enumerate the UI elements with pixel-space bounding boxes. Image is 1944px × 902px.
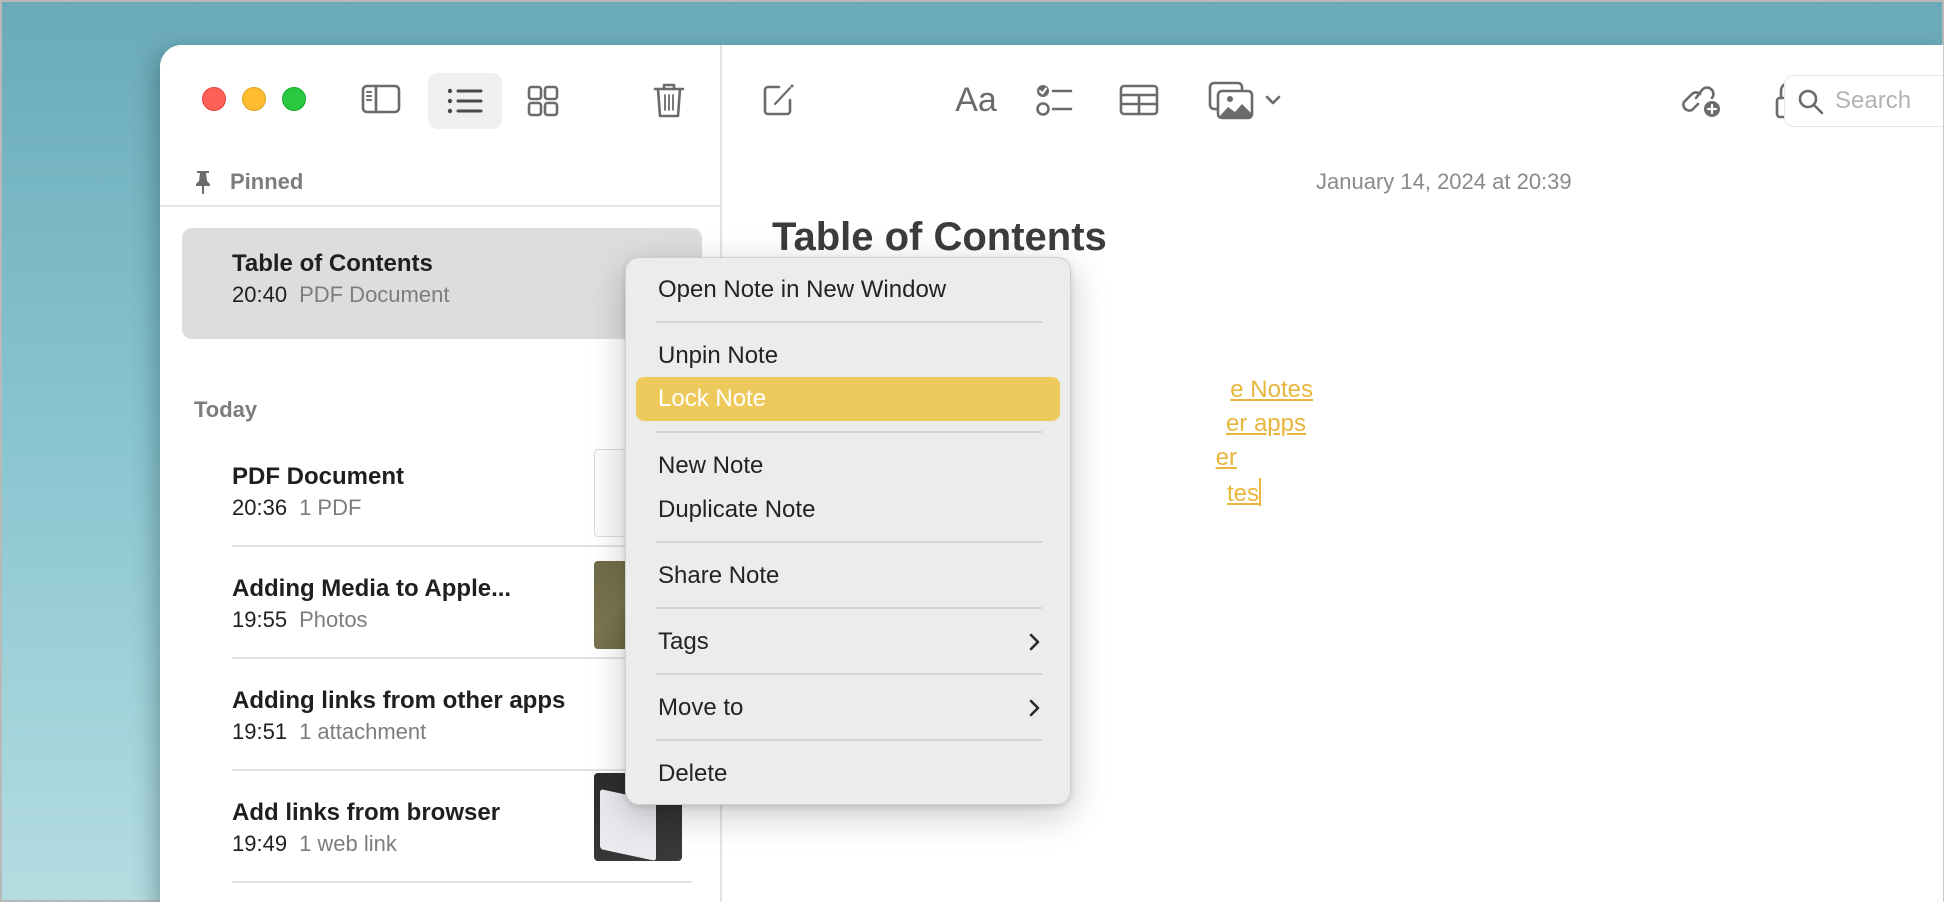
note-title: Adding links from other apps — [232, 687, 566, 714]
sidebar-icon — [361, 84, 401, 114]
toc-link[interactable]: er — [1216, 444, 1237, 472]
toc-link[interactable]: e Notes — [1230, 376, 1313, 404]
gallery-view-button[interactable] — [518, 75, 568, 127]
menu-separator — [656, 607, 1042, 609]
compose-button[interactable] — [754, 75, 804, 125]
menu-separator — [656, 431, 1042, 433]
menu-separator — [656, 321, 1042, 323]
collaborate-button[interactable] — [1678, 73, 1728, 127]
today-section-label: Today — [194, 397, 258, 422]
menu-item-new-note[interactable]: New Note — [636, 444, 1060, 488]
note-time: 19:51 — [232, 719, 288, 744]
menu-item-duplicate-note[interactable]: Duplicate Note — [636, 488, 1060, 532]
menu-item-move-to[interactable]: Move to — [636, 686, 1060, 730]
pinned-section-header: Pinned — [160, 155, 720, 207]
close-window-button[interactable] — [202, 87, 226, 111]
note-detail: 1 attachment — [299, 719, 427, 744]
checklist-button[interactable] — [1030, 75, 1080, 125]
note-detail: PDF Document — [299, 282, 450, 307]
note-time: 20:36 — [232, 495, 288, 520]
note-title-heading: Table of Contents — [772, 215, 1107, 259]
menu-item-lock-note[interactable]: Lock Note — [636, 377, 1060, 421]
sidebar-toggle-button[interactable] — [356, 73, 406, 125]
note-detail: Photos — [299, 607, 368, 632]
note-meta: 19:51 1 attachment — [232, 719, 426, 745]
delete-note-button[interactable] — [644, 73, 694, 127]
menu-item-delete[interactable]: Delete — [636, 752, 1060, 796]
menu-item-label: Unpin Note — [658, 342, 779, 369]
note-title: Table of Contents — [232, 250, 433, 277]
menu-separator — [656, 739, 1042, 741]
toc-link[interactable]: tes — [1227, 480, 1259, 507]
menu-item-label: Share Note — [658, 562, 780, 589]
note-meta: 20:40 PDF Document — [232, 282, 449, 308]
note-meta: 19:55 Photos — [232, 607, 368, 633]
trash-icon — [653, 83, 685, 118]
minimize-window-button[interactable] — [242, 87, 266, 111]
note-title: Add links from browser — [232, 799, 501, 826]
menu-item-unpin-note[interactable]: Unpin Note — [636, 334, 1060, 378]
note-context-menu: Open Note in New Window Unpin Note Lock … — [625, 257, 1071, 805]
menu-item-label: New Note — [658, 452, 764, 479]
note-meta: 19:49 1 web link — [232, 831, 397, 857]
table-button[interactable] — [1114, 75, 1164, 125]
compose-icon — [763, 84, 794, 116]
pinned-note-item[interactable]: Table of Contents 20:40 PDF Document — [182, 228, 702, 339]
menu-item-label: Tags — [658, 628, 709, 655]
divider — [232, 881, 692, 883]
menu-item-label: Open Note in New Window — [658, 276, 947, 303]
search-field[interactable] — [1784, 75, 1943, 127]
toc-link[interactable]: er apps — [1226, 410, 1306, 438]
toc-link-with-caret: tes — [1227, 478, 1261, 508]
menu-item-label: Move to — [658, 694, 744, 721]
zoom-window-button[interactable] — [282, 87, 306, 111]
menu-item-label: Duplicate Note — [658, 496, 816, 523]
menu-separator — [656, 541, 1042, 543]
list-view-button[interactable] — [428, 73, 502, 129]
menu-item-tags[interactable]: Tags — [636, 620, 1060, 664]
checklist-icon — [1036, 85, 1073, 116]
note-title: Adding Media to Apple... — [232, 575, 512, 602]
media-button[interactable] — [1204, 73, 1286, 127]
chevron-down-icon — [1265, 95, 1281, 105]
format-button[interactable]: Aa — [946, 75, 1006, 125]
list-icon — [447, 88, 483, 114]
chevron-right-icon — [1029, 633, 1040, 651]
menu-item-share-note[interactable]: Share Note — [636, 554, 1060, 598]
search-icon — [1798, 89, 1824, 115]
menu-separator — [656, 673, 1042, 675]
link-add-icon — [1682, 86, 1720, 117]
grid-icon — [527, 85, 559, 117]
note-title: PDF Document — [232, 463, 405, 490]
search-input[interactable] — [1835, 86, 1943, 116]
chevron-right-icon — [1029, 699, 1040, 717]
note-meta: 20:36 1 PDF — [232, 495, 361, 521]
pinned-label: Pinned — [230, 169, 304, 194]
text-cursor — [1259, 478, 1261, 506]
menu-item-label: Lock Note — [658, 385, 767, 412]
note-detail: 1 PDF — [299, 495, 362, 520]
note-detail: 1 web link — [299, 831, 397, 856]
note-time: 19:49 — [232, 831, 288, 856]
note-time: 20:40 — [232, 282, 288, 307]
photo-icon — [1208, 81, 1254, 120]
pin-icon — [196, 171, 210, 194]
menu-item-open-in-new-window[interactable]: Open Note in New Window — [636, 268, 1060, 312]
note-time: 19:55 — [232, 607, 288, 632]
menu-item-label: Delete — [658, 760, 728, 787]
table-icon — [1119, 84, 1159, 116]
note-date: January 14, 2024 at 20:39 — [1316, 169, 1572, 194]
